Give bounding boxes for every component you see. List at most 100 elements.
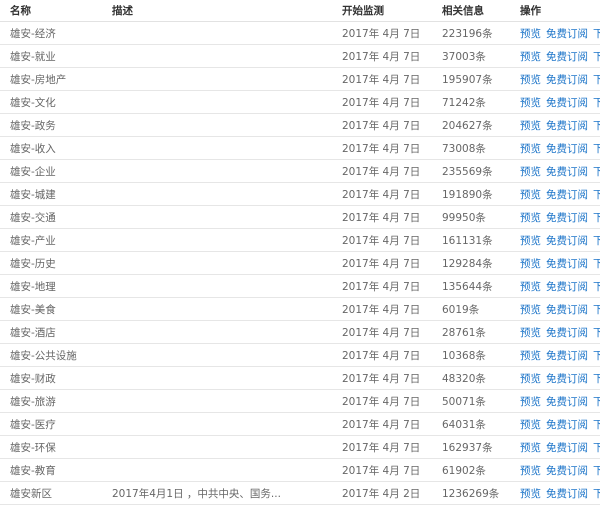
download-link[interactable]: 下载	[593, 143, 600, 155]
row-related-count: 191890条	[436, 182, 514, 206]
row-related-count: 99950条	[436, 205, 514, 229]
row-related-count: 129284条	[436, 251, 514, 275]
subscribe-link[interactable]: 免费订阅	[546, 235, 588, 247]
row-description	[103, 44, 336, 68]
preview-link[interactable]: 预览	[520, 304, 541, 316]
row-start-date: 2017年 4月 7日	[336, 458, 436, 482]
download-link[interactable]: 下载	[593, 419, 600, 431]
preview-link[interactable]: 预览	[520, 212, 541, 224]
row-name: 雄安-政务	[0, 113, 103, 137]
subscribe-link[interactable]: 免费订阅	[546, 166, 588, 178]
preview-link[interactable]: 预览	[520, 258, 541, 270]
subscribe-link[interactable]: 免费订阅	[546, 442, 588, 454]
download-link[interactable]: 下载	[593, 488, 600, 500]
download-link[interactable]: 下载	[593, 189, 600, 201]
row-actions: 预览免费订阅下载	[514, 228, 600, 252]
subscribe-link[interactable]: 免费订阅	[546, 143, 588, 155]
download-link[interactable]: 下载	[593, 97, 600, 109]
download-link[interactable]: 下载	[593, 442, 600, 454]
row-start-date: 2017年 4月 7日	[336, 412, 436, 436]
row-name: 雄安-教育	[0, 458, 103, 482]
table-row: 雄安-收入 2017年 4月 7日73008条预览免费订阅下载	[0, 136, 600, 160]
row-start-date: 2017年 4月 7日	[336, 159, 436, 183]
row-name: 雄安-就业	[0, 44, 103, 68]
subscribe-link[interactable]: 免费订阅	[546, 97, 588, 109]
row-start-date: 2017年 4月 7日	[336, 297, 436, 321]
download-link[interactable]: 下载	[593, 51, 600, 63]
download-link[interactable]: 下载	[593, 304, 600, 316]
subscribe-link[interactable]: 免费订阅	[546, 281, 588, 293]
row-related-count: 28761条	[436, 320, 514, 344]
subscribe-link[interactable]: 免费订阅	[546, 51, 588, 63]
row-related-count: 204627条	[436, 113, 514, 137]
row-name: 雄安-城建	[0, 182, 103, 206]
preview-link[interactable]: 预览	[520, 74, 541, 86]
subscribe-link[interactable]: 免费订阅	[546, 212, 588, 224]
subscribe-link[interactable]: 免费订阅	[546, 488, 588, 500]
preview-link[interactable]: 预览	[520, 143, 541, 155]
row-related-count: 73008条	[436, 136, 514, 160]
row-name: 雄安-收入	[0, 136, 103, 160]
row-name: 雄安-环保	[0, 435, 103, 459]
preview-link[interactable]: 预览	[520, 120, 541, 132]
preview-link[interactable]: 预览	[520, 373, 541, 385]
preview-link[interactable]: 预览	[520, 189, 541, 201]
row-description	[103, 205, 336, 229]
download-link[interactable]: 下载	[593, 120, 600, 132]
download-link[interactable]: 下载	[593, 373, 600, 385]
download-link[interactable]: 下载	[593, 212, 600, 224]
subscribe-link[interactable]: 免费订阅	[546, 419, 588, 431]
table-row: 雄安-房地产 2017年 4月 7日195907条预览免费订阅下载	[0, 67, 600, 91]
preview-link[interactable]: 预览	[520, 465, 541, 477]
download-link[interactable]: 下载	[593, 396, 600, 408]
subscribe-link[interactable]: 免费订阅	[546, 373, 588, 385]
preview-link[interactable]: 预览	[520, 281, 541, 293]
preview-link[interactable]: 预览	[520, 51, 541, 63]
preview-link[interactable]: 预览	[520, 488, 541, 500]
subscribe-link[interactable]: 免费订阅	[546, 120, 588, 132]
preview-link[interactable]: 预览	[520, 442, 541, 454]
preview-link[interactable]: 预览	[520, 350, 541, 362]
subscribe-link[interactable]: 免费订阅	[546, 189, 588, 201]
download-link[interactable]: 下载	[593, 281, 600, 293]
row-description	[103, 366, 336, 390]
row-actions: 预览免费订阅下载	[514, 412, 600, 436]
subscribe-link[interactable]: 免费订阅	[546, 304, 588, 316]
table-row: 雄安-企业 2017年 4月 7日235569条预览免费订阅下载	[0, 159, 600, 183]
download-link[interactable]: 下载	[593, 74, 600, 86]
preview-link[interactable]: 预览	[520, 235, 541, 247]
table-row: 雄安-财政 2017年 4月 7日48320条预览免费订阅下载	[0, 366, 600, 390]
preview-link[interactable]: 预览	[520, 166, 541, 178]
subscribe-link[interactable]: 免费订阅	[546, 74, 588, 86]
subscribe-link[interactable]: 免费订阅	[546, 465, 588, 477]
row-name: 雄安-美食	[0, 297, 103, 321]
download-link[interactable]: 下载	[593, 235, 600, 247]
header-related-info: 相关信息	[436, 0, 514, 22]
preview-link[interactable]: 预览	[520, 28, 541, 40]
row-related-count: 64031条	[436, 412, 514, 436]
row-start-date: 2017年 4月 7日	[336, 366, 436, 390]
preview-link[interactable]: 预览	[520, 327, 541, 339]
download-link[interactable]: 下载	[593, 28, 600, 40]
download-link[interactable]: 下载	[593, 465, 600, 477]
row-name: 雄安-公共设施	[0, 343, 103, 367]
row-actions: 预览免费订阅下载	[514, 251, 600, 275]
download-link[interactable]: 下载	[593, 350, 600, 362]
row-actions: 预览免费订阅下载	[514, 343, 600, 367]
subscribe-link[interactable]: 免费订阅	[546, 396, 588, 408]
preview-link[interactable]: 预览	[520, 419, 541, 431]
download-link[interactable]: 下载	[593, 258, 600, 270]
preview-link[interactable]: 预览	[520, 396, 541, 408]
row-actions: 预览免费订阅下载	[514, 113, 600, 137]
row-start-date: 2017年 4月 7日	[336, 67, 436, 91]
download-link[interactable]: 下载	[593, 327, 600, 339]
subscribe-link[interactable]: 免费订阅	[546, 258, 588, 270]
subscribe-link[interactable]: 免费订阅	[546, 350, 588, 362]
row-actions: 预览免费订阅下载	[514, 182, 600, 206]
preview-link[interactable]: 预览	[520, 97, 541, 109]
row-actions: 预览免费订阅下载	[514, 274, 600, 298]
subscribe-link[interactable]: 免费订阅	[546, 28, 588, 40]
download-link[interactable]: 下载	[593, 166, 600, 178]
subscribe-link[interactable]: 免费订阅	[546, 327, 588, 339]
row-name: 雄安新区	[0, 481, 103, 505]
